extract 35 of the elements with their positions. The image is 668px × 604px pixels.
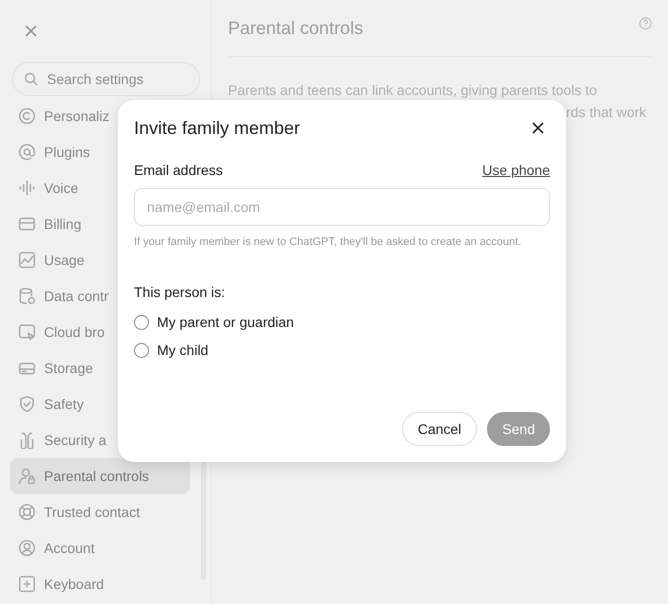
email-field[interactable]: name@email.com [134,188,550,226]
radio-button[interactable] [134,342,149,358]
window-icon [18,323,36,341]
keyboard-icon [18,575,36,593]
email-label: Email address [134,162,223,178]
cancel-button[interactable]: Cancel [402,412,478,446]
at-sign-icon [18,143,36,161]
page-title: Parental controls [228,18,364,38]
card-icon [18,215,36,233]
shield-icon [18,395,36,413]
sidebar-item[interactable]: Account [10,530,190,566]
description-text: rds that work [566,103,646,122]
relation-label: This person is: [134,284,226,300]
waveform-icon [18,179,36,197]
description-text: Parents and teens can link accounts, giving parents tools to [228,81,597,100]
option-label: My child [157,342,208,358]
option-label: My parent or guardian [157,314,294,330]
search-icon [24,72,38,86]
sidebar-item[interactable]: Parental controls [10,458,190,494]
radio-button[interactable] [134,314,149,330]
sidebar-item[interactable]: Trusted contact [10,494,190,530]
hint-text: If your family member is new to ChatGPT, they'll be asked to create an account. [134,235,522,250]
database-icon [18,287,36,305]
search-field[interactable]: Search settings [12,62,200,96]
use-phone-link[interactable]: Use phone [482,162,550,178]
user-circle-icon [18,539,36,557]
sidebar-item[interactable]: Safety [10,386,190,422]
dialog-title: Invite family member [134,118,300,138]
lifebuoy-icon [18,503,36,521]
sidebar-item[interactable]: Keyboard [10,566,190,602]
chart-icon [18,251,36,269]
copyright-icon [18,107,36,125]
person-lock-icon [18,467,36,485]
close-icon[interactable] [532,122,544,134]
sidebar-item[interactable]: Security a [10,422,190,458]
